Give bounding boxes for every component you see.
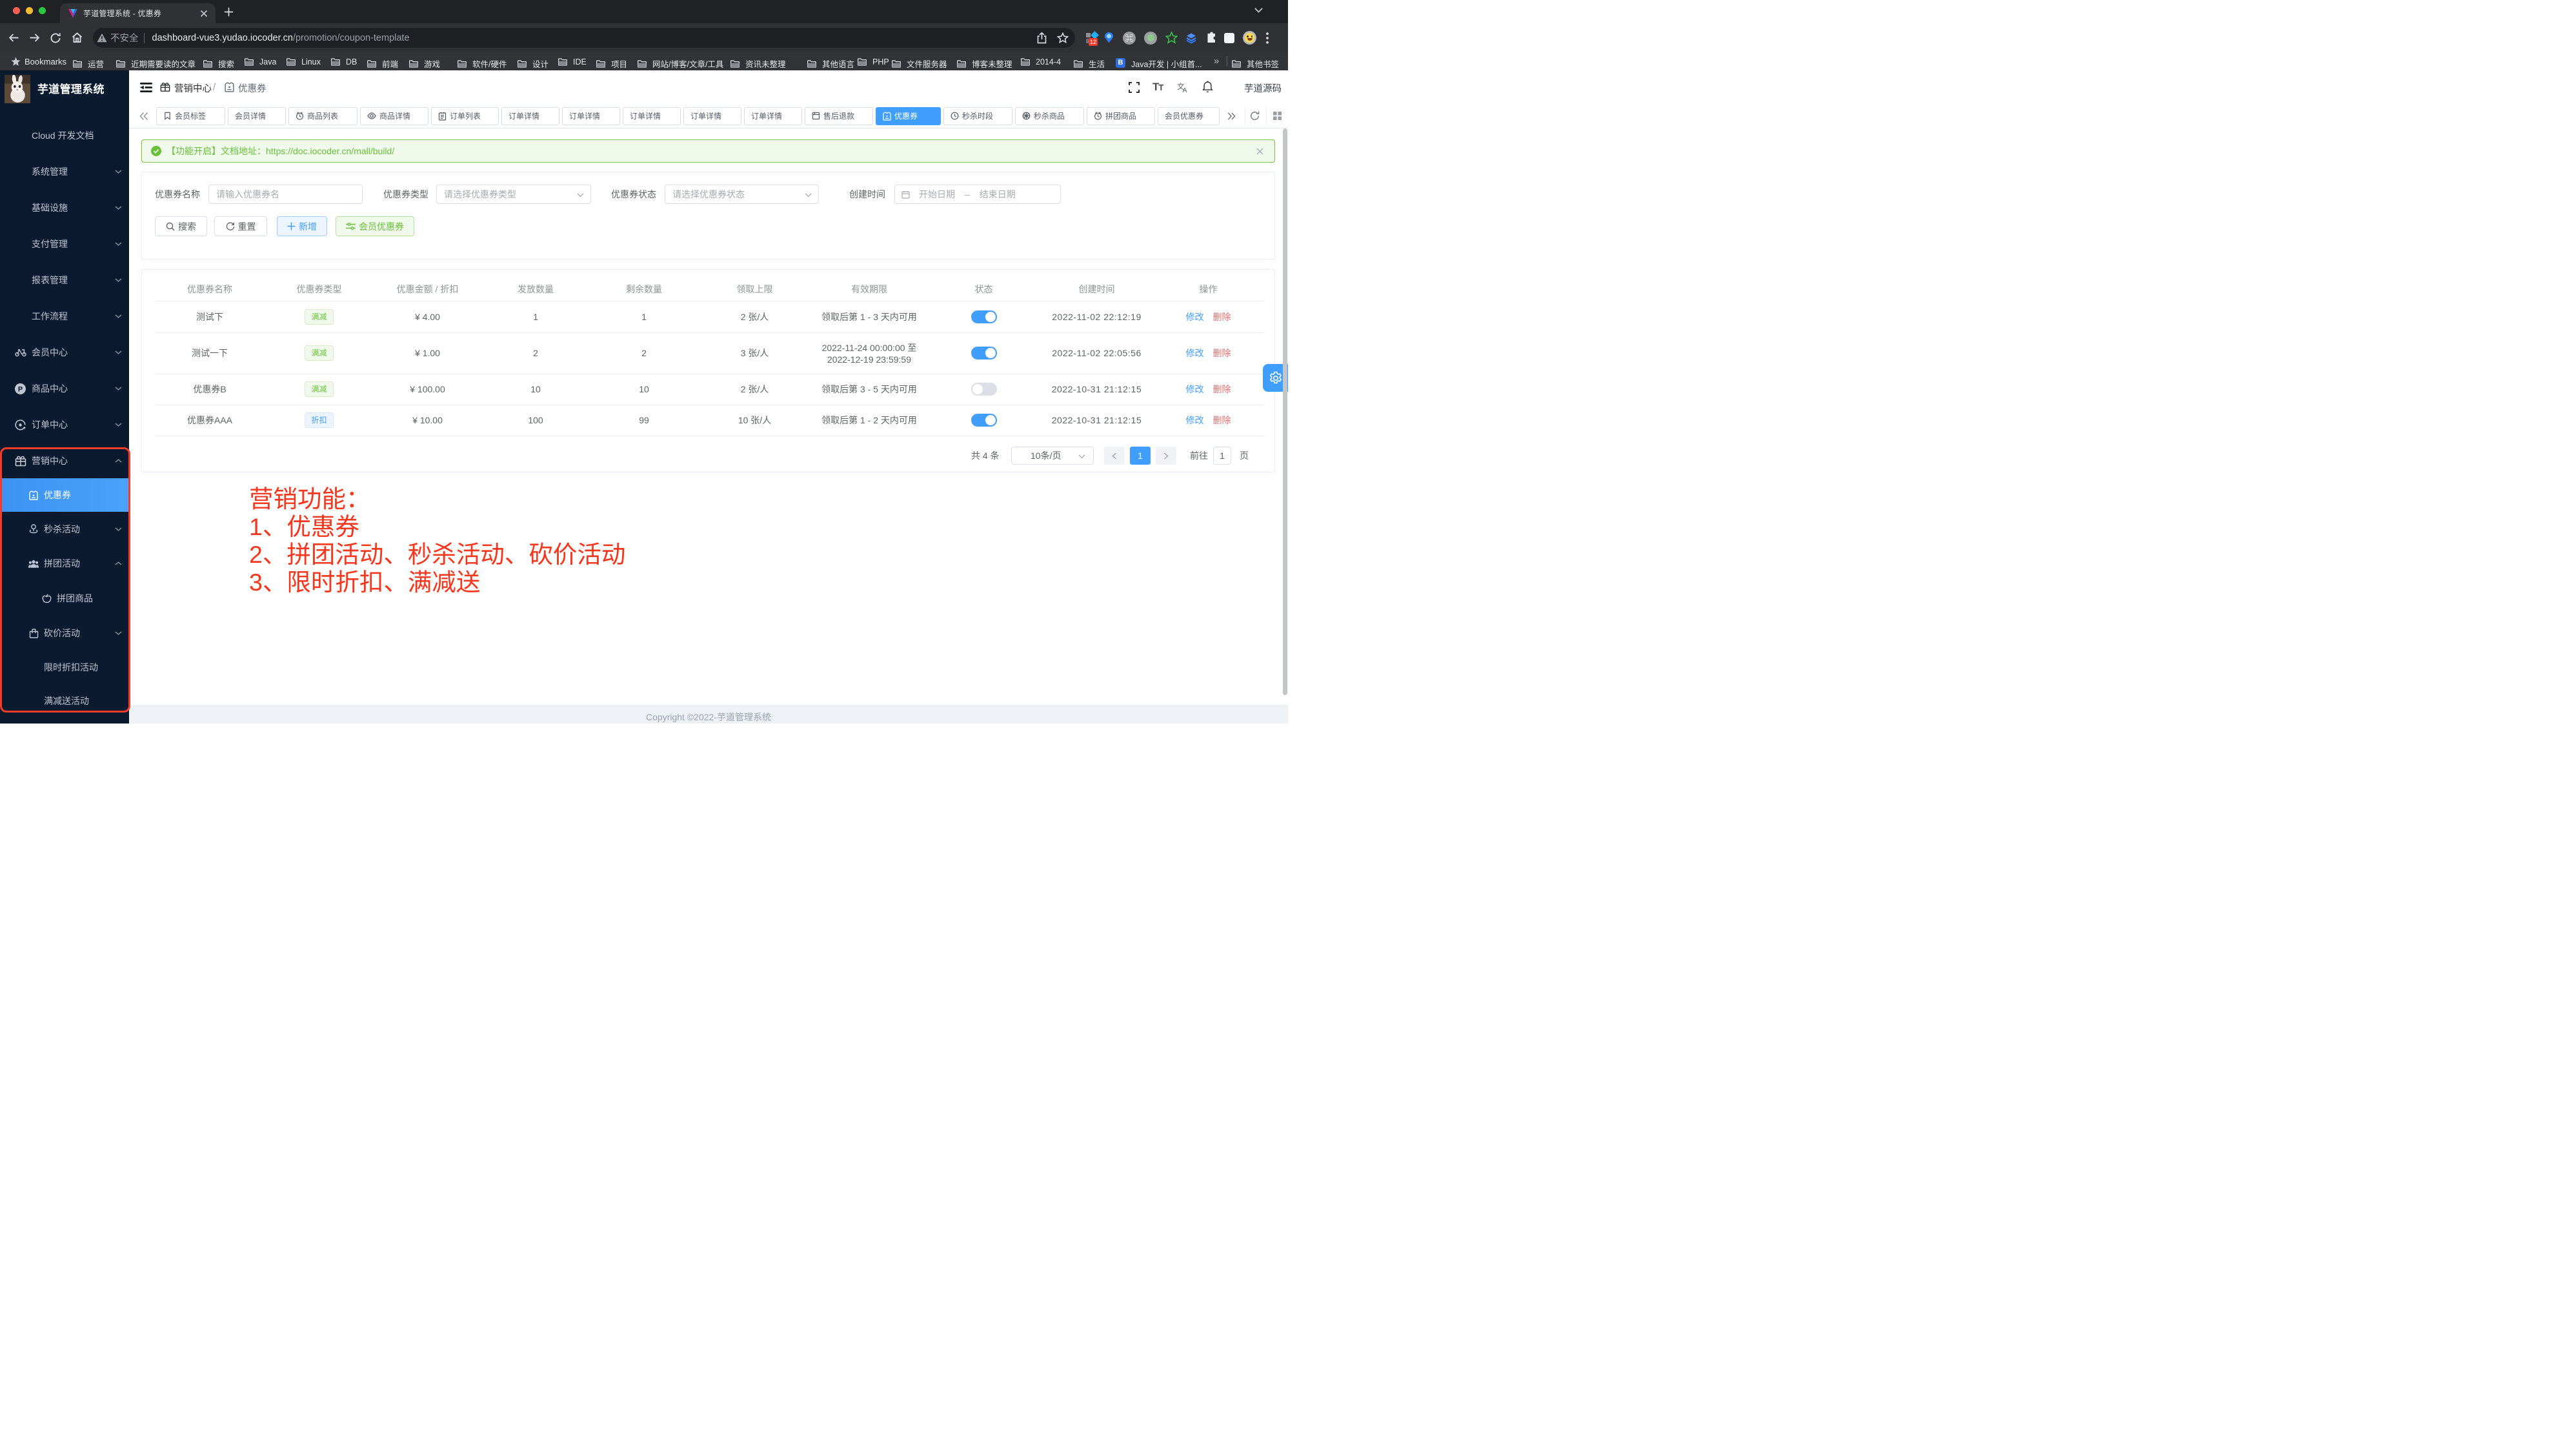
svg-text:A: A [1183, 86, 1187, 93]
svg-text:P: P [18, 385, 23, 393]
